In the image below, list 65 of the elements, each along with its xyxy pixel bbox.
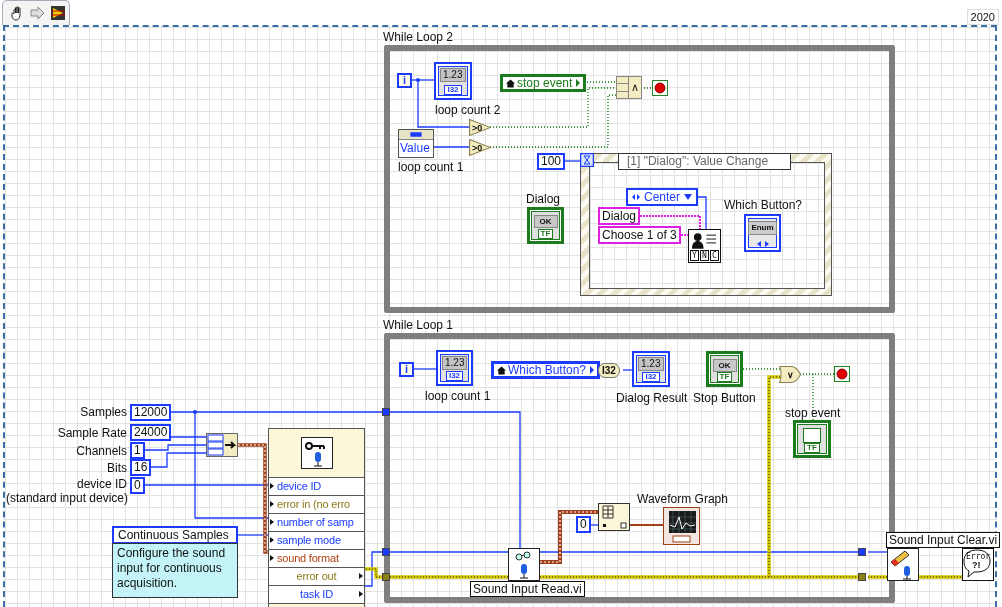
variable-name: Which Button? [508,363,587,377]
indicator-value: 1.23 [442,356,467,370]
indicator-label: loop count 1 [425,389,491,403]
comparison-node: >0 [469,119,491,136]
comment-note: Configure the sound input for continuous acquisition. [112,543,238,598]
enum-constant[interactable]: Center [626,188,699,206]
ok-button-face: OK [712,359,737,372]
loop-title: While Loop 1 [383,318,454,332]
numeric-constant: 0 [130,477,145,494]
indicator-label: stop event [785,406,841,420]
terminal-row: task ID [269,586,364,604]
key-label: Y [690,250,699,261]
iteration-terminal: i [397,73,412,88]
indicator-label: loop count 2 [435,103,501,117]
numeric-constant: 100 [537,153,566,170]
constant-label: device ID [76,477,127,491]
type-label: TF [804,443,820,453]
vi-label: Sound Input Read.vi [470,581,585,597]
iteration-terminal: i [399,362,414,377]
indicator-value: 1.23 [440,68,466,82]
string-constant: Choose 1 of 3 [598,226,681,244]
numeric-constant: 12000 [130,404,172,421]
terminal-row: error out [269,568,364,586]
indicator-label: Which Button? [724,198,803,212]
string-constant: Dialog [598,207,641,225]
constant-label: Sample Rate [57,426,127,440]
vi-label: Sound Input Clear.vi [886,532,1001,548]
indicator-value: Enum [748,221,777,235]
constant-label: Bits [107,461,127,475]
property-name: Value [399,139,433,157]
type-label: I32 [444,85,462,95]
indicator-label: Dialog Result [616,391,688,405]
indicator-value: 1.23 [638,357,664,371]
type-label: I32 [642,372,660,382]
terminal-row: sound format [269,550,364,568]
type-label: TF [716,372,733,382]
terminal-row: error in (no erro [269,496,364,514]
error-mark: ?! [972,561,981,570]
constant-label: Samples [80,405,127,419]
compound-and-node: ∧ [616,76,642,99]
variable-name: stop event [517,76,573,90]
terminal-row: number of samp [269,514,364,532]
version-label: 2020 [966,9,999,25]
constant-note: (standard input device) [5,491,128,505]
key-label: C [710,250,719,261]
type-label: I32 [445,371,464,381]
constant-label: Channels [76,444,127,458]
enum-constant[interactable]: Continuous Samples [112,526,238,544]
error-text: Error [966,552,991,561]
type-label: TF [537,229,554,239]
control-label: Stop Button [693,391,756,405]
event-case-selector[interactable]: [1] "Dialog": Value Change [618,153,791,170]
loop-title: While Loop 2 [383,30,454,44]
control-label: Dialog [526,192,561,206]
comparison-node: >0 [469,139,491,156]
numeric-constant: 24000 [130,424,172,441]
key-label: N [700,250,709,261]
terminal-row: sample mode [269,532,364,550]
terminal-row: device ID [269,478,364,496]
ok-button-face: OK [533,215,558,228]
numeric-constant: 1 [130,442,145,459]
numeric-constant: 0 [576,516,591,533]
numeric-constant: 16 [130,459,152,476]
indicator-label: Waveform Graph [637,492,728,506]
property-label: loop count 1 [398,160,464,174]
